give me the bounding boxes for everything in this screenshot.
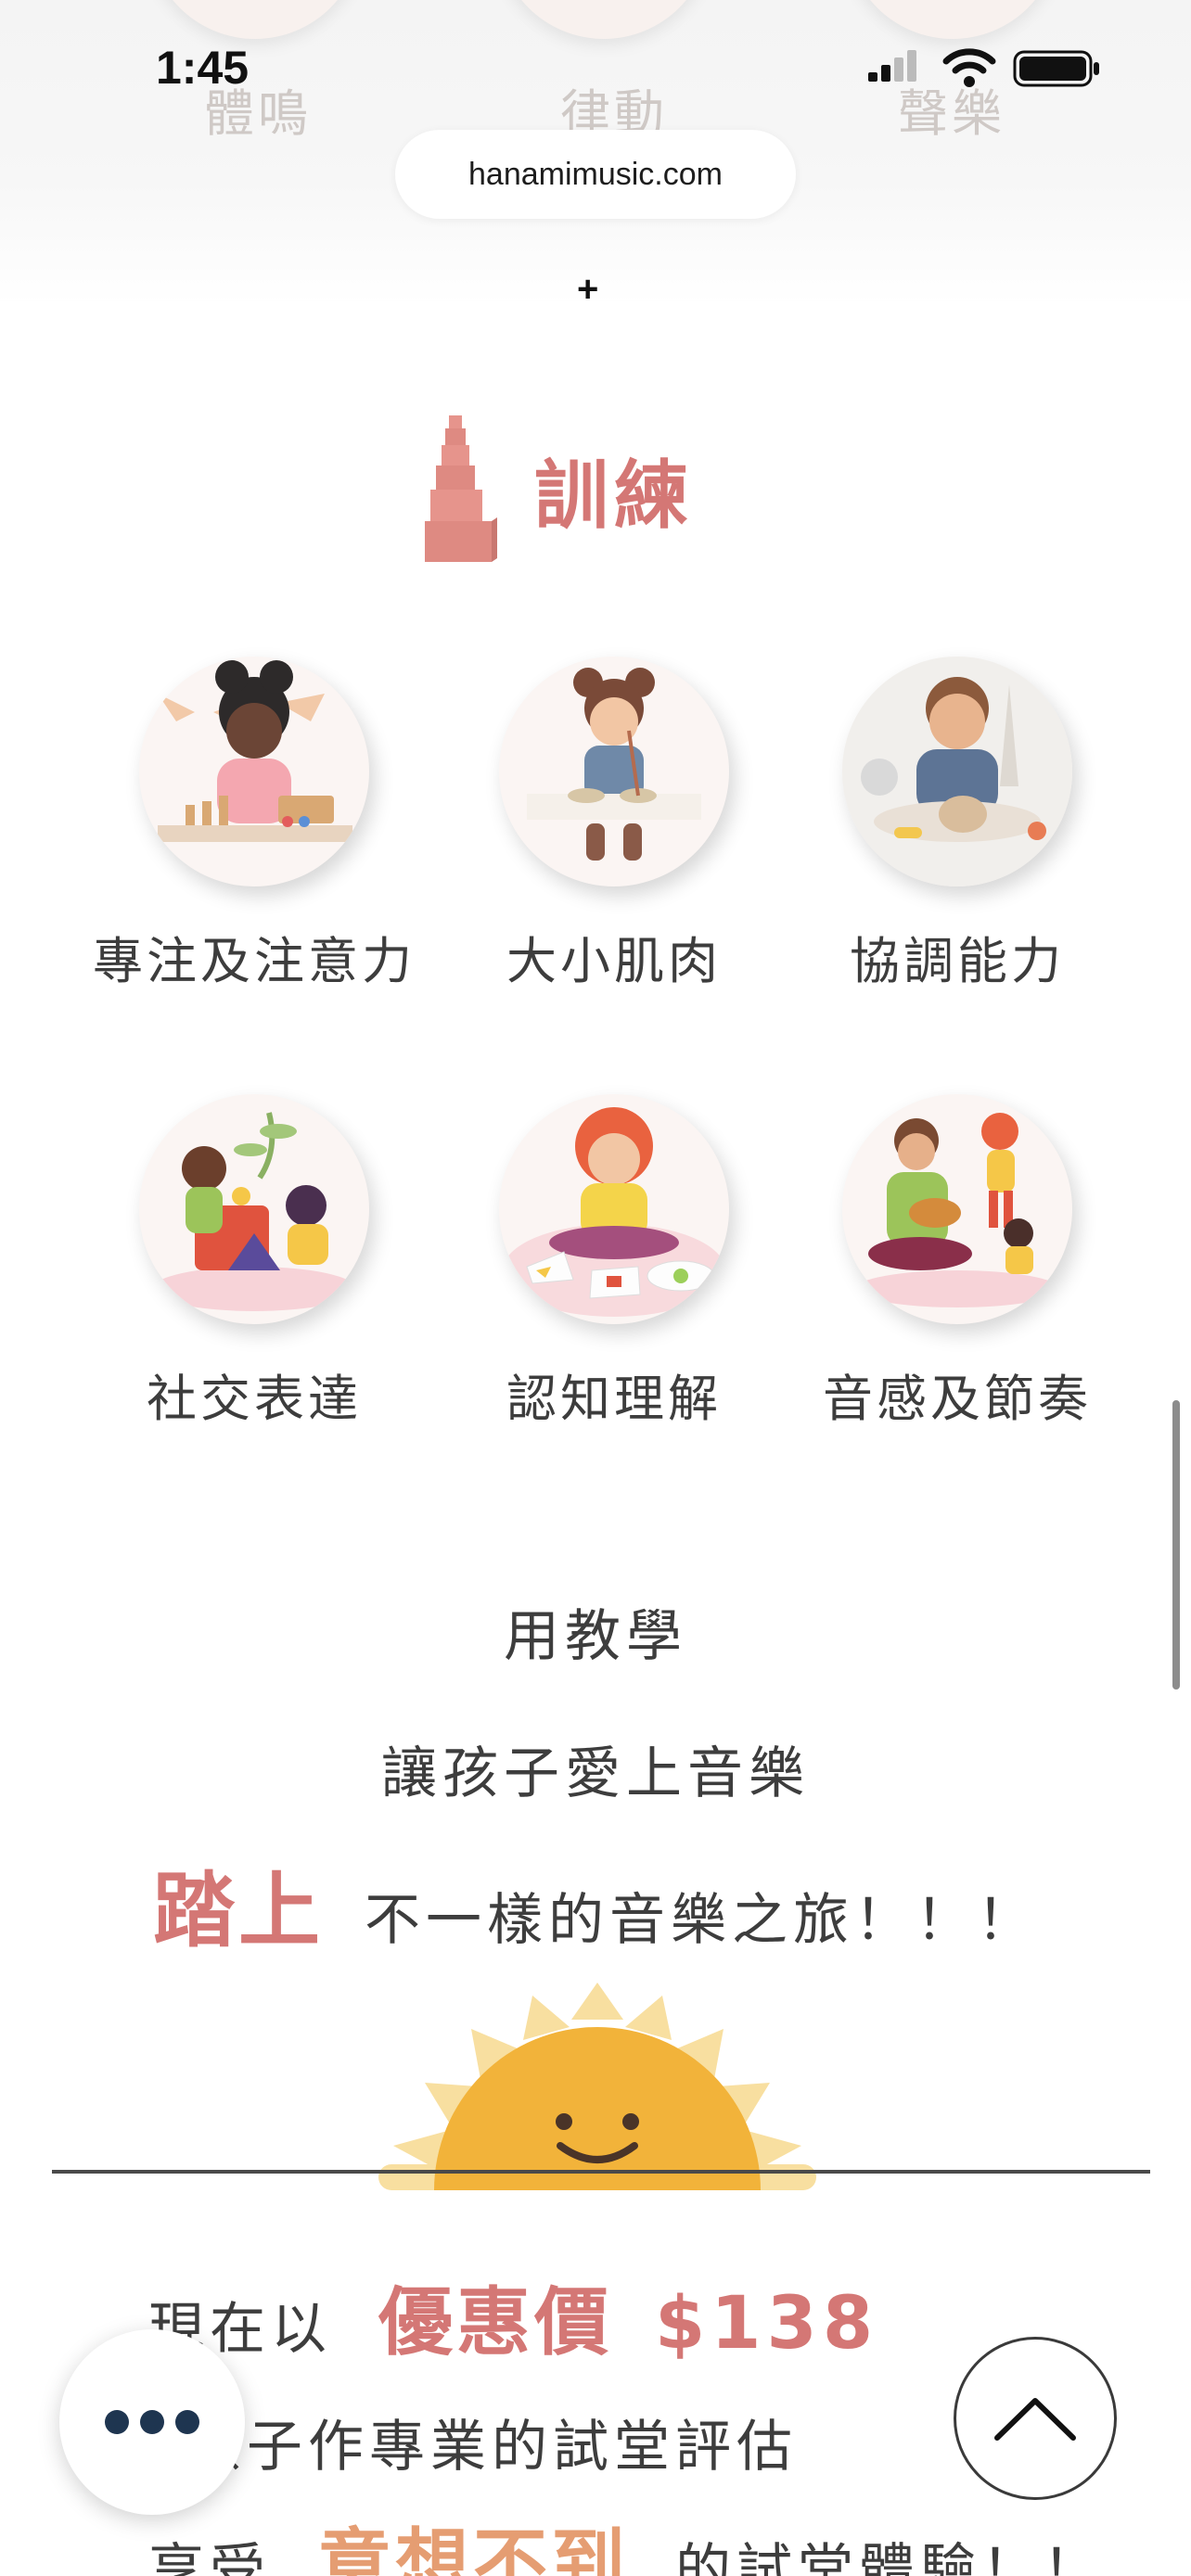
url-bar[interactable]: hanamimusic.com [395,130,796,219]
battery-icon [1013,50,1099,87]
cellular-signal-icon [868,50,916,82]
offer-accent: 優惠價 [378,2279,612,2366]
skill-card: 音感及節奏 [790,1094,1124,1431]
offer-line-3-prefix: 享受 [148,2538,271,2576]
page-scrollbar[interactable] [1172,1400,1180,1690]
skill-label: 協調能力 [850,932,1065,990]
offer-line-3-suffix: 的試堂體驗！！ [675,2538,1104,2576]
skill-card: 大小肌肉 [447,657,781,993]
training-heading: 訓練 [423,415,694,564]
slogan-rest: 不一樣的音樂之旅！！！ [365,1888,1038,1953]
slogan-accent: 踏上 [152,1863,324,1958]
skill-label: 音感及節奏 [823,1370,1092,1428]
offer-line-2-text: 孩子作專業的試堂評估 [186,2415,798,2480]
scroll-to-top-button[interactable] [954,2337,1117,2500]
divider-line [52,2170,1150,2174]
offer-line-2: 孩子作專業的試堂評估 [186,2402,798,2482]
status-icons [866,48,1102,89]
more-dots-icon [105,2410,129,2434]
status-time: 1:45 [156,42,250,94]
skill-card: 社交表達 [87,1094,421,1431]
more-dots-icon [175,2410,199,2434]
offer-line-1: 現在以 優惠價 $138 [148,2263,878,2370]
skill-card: 協調能力 [790,657,1124,993]
skill-label: 認知理解 [506,1370,722,1428]
slogan-line-2: 讓孩子愛上音樂 [381,1741,810,1806]
section-title: 訓練 [534,453,694,539]
offer-price: $138 [655,2282,879,2366]
smiling-sun-illustration [378,1983,816,2190]
plus-sign: + [577,269,599,310]
chevron-up-icon [994,2398,1076,2441]
menu-button[interactable] [59,2329,245,2515]
rhythm-illustration [842,1094,1072,1324]
slogan-line-1: 用教學 [504,1604,687,1669]
motor-skills-illustration [499,657,729,886]
pink-tower-icon [425,415,497,562]
skill-label: 社交表達 [147,1370,362,1428]
skill-card: 認知理解 [447,1094,781,1431]
wifi-icon [942,48,996,87]
offer-line-3-accent: 意想不到 [317,2520,629,2576]
skill-card: 專注及注意力 [87,657,421,993]
skill-label: 大小肌肉 [506,932,722,990]
offer-line-3: 享受 意想不到 的試堂體驗！！ [148,2504,1104,2576]
social-illustration [139,1094,369,1324]
focus-illustration [139,657,369,886]
coordination-illustration [842,657,1072,886]
more-dots-icon [140,2410,164,2434]
cognition-illustration [499,1094,729,1324]
slogan-line-3: 踏上 不一樣的音樂之旅！！！ [0,1845,1191,1963]
skill-label: 專注及注意力 [93,932,416,990]
